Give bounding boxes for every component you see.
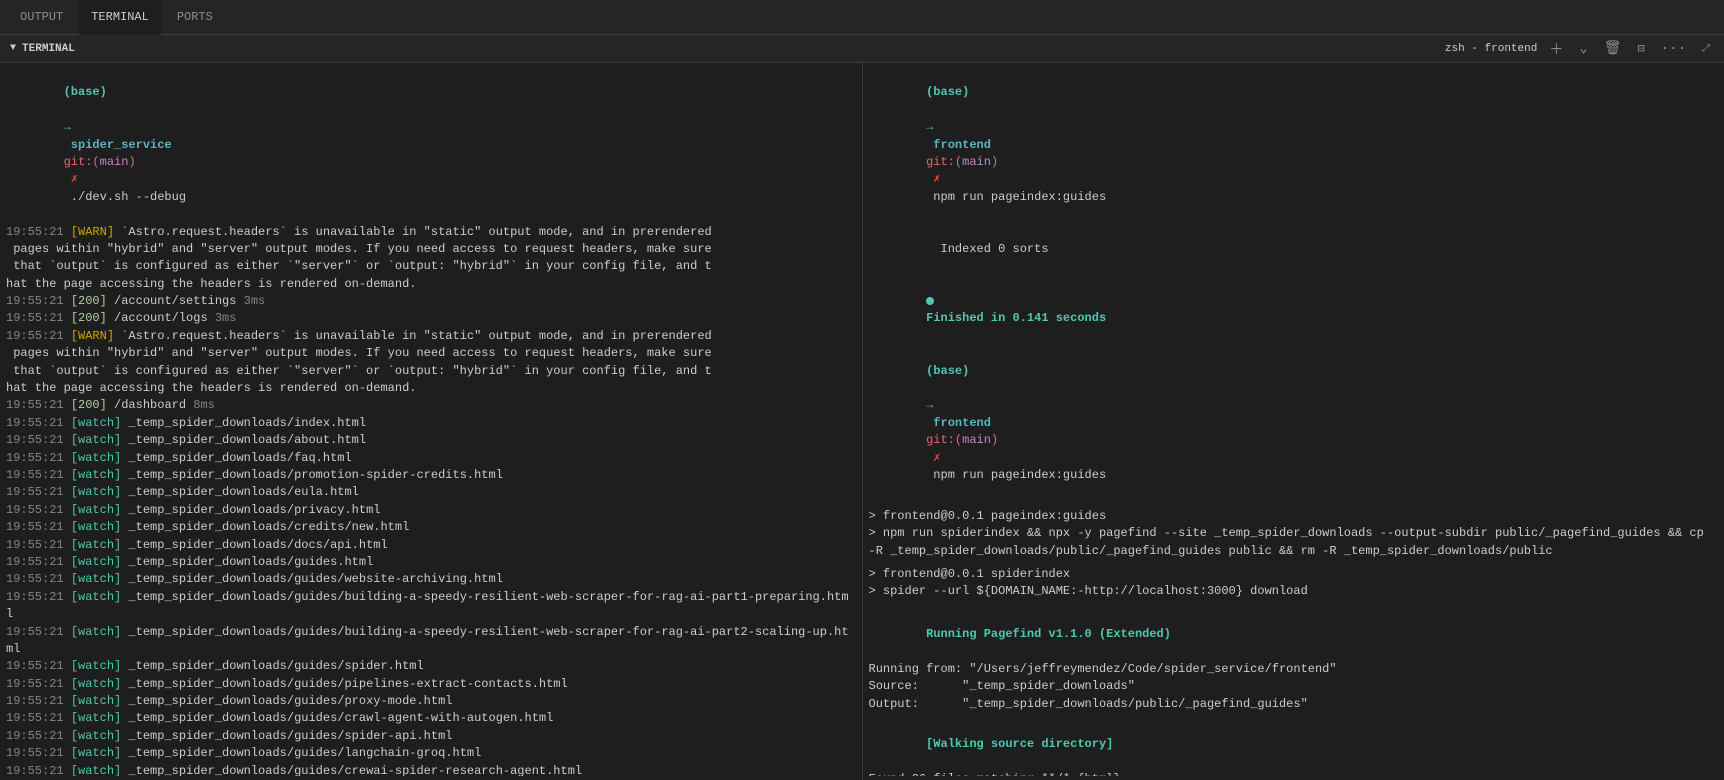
warn-line-1b: pages within "hybrid" and "server" outpu… xyxy=(6,241,856,258)
terminal-header: ▼ TERMINAL zsh - frontend ＋ ⌄ 🗑 ⊟ ··· ⤢ xyxy=(0,35,1724,63)
terminal-body: (base) → spider_service git:(main) ✗ ./d… xyxy=(0,63,1724,780)
left-prompt-1: (base) → spider_service git:(main) ✗ ./d… xyxy=(6,67,856,224)
watch-spider-api: 19:55:21 [watch] _temp_spider_downloads/… xyxy=(6,728,856,745)
watch-pipelines: 19:55:21 [watch] _temp_spider_downloads/… xyxy=(6,676,856,693)
spider-output-2: > spider --url ${DOMAIN_NAME:-http://loc… xyxy=(869,583,1719,600)
tab-terminal[interactable]: TERMINAL xyxy=(79,0,161,35)
source-line: Source: "_temp_spider_downloads" xyxy=(869,678,1719,695)
watch-crewai: 19:55:21 [watch] _temp_spider_downloads/… xyxy=(6,763,856,776)
found-files: Found 26 files matching **/*.{html} xyxy=(869,771,1719,776)
warn-line-2d: hat the page accessing the headers is re… xyxy=(6,380,856,397)
watch-docs-api: 19:55:21 [watch] _temp_spider_downloads/… xyxy=(6,537,856,554)
terminal-header-left: ▼ TERMINAL xyxy=(10,43,75,55)
tab-bar: OUTPUT TERMINAL PORTS xyxy=(0,0,1724,35)
watch-eula: 19:55:21 [watch] _temp_spider_downloads/… xyxy=(6,484,856,501)
log-200-settings: 19:55:21 [200] /account/settings 3ms xyxy=(6,293,856,310)
warn-line-2c: that `output` is configured as either `"… xyxy=(6,363,856,380)
watch-credits-new: 19:55:21 [watch] _temp_spider_downloads/… xyxy=(6,519,856,536)
warn-line-1c: that `output` is configured as either `"… xyxy=(6,258,856,275)
walking-source: [Walking source directory] xyxy=(869,719,1719,771)
log-200-logs: 19:55:21 [200] /account/logs 3ms xyxy=(6,310,856,327)
left-pane-content[interactable]: (base) → spider_service git:(main) ✗ ./d… xyxy=(6,67,856,776)
tab-output[interactable]: OUTPUT xyxy=(8,0,75,35)
left-pane: (base) → spider_service git:(main) ✗ ./d… xyxy=(0,63,863,780)
split-terminal-icon[interactable]: ⌄ xyxy=(1575,38,1591,59)
terminal-title: TERMINAL xyxy=(22,43,75,55)
running-pagefind: Running Pagefind v1.1.0 (Extended) xyxy=(869,609,1719,661)
watch-guides: 19:55:21 [watch] _temp_spider_downloads/… xyxy=(6,554,856,571)
split-icon[interactable]: ⊟ xyxy=(1634,39,1649,58)
ellipsis-icon[interactable]: ··· xyxy=(1657,39,1690,59)
right-finished-1: Finished in 0.141 seconds xyxy=(869,276,1719,346)
watch-website-archiving: 19:55:21 [watch] _temp_spider_downloads/… xyxy=(6,571,856,588)
watch-part1: 19:55:21 [watch] _temp_spider_downloads/… xyxy=(6,589,856,624)
watch-part2: 19:55:21 [watch] _temp_spider_downloads/… xyxy=(6,624,856,659)
watch-crawl-agent: 19:55:21 [watch] _temp_spider_downloads/… xyxy=(6,710,856,727)
npm-output-2: > npm run spiderindex && npx -y pagefind… xyxy=(869,525,1719,560)
log-200-dashboard: 19:55:21 [200] /dashboard 8ms xyxy=(6,397,856,414)
right-indexed-sorts-1: Indexed 0 sorts xyxy=(869,224,1719,276)
watch-proxy: 19:55:21 [watch] _temp_spider_downloads/… xyxy=(6,693,856,710)
watch-spider: 19:55:21 [watch] _temp_spider_downloads/… xyxy=(6,658,856,675)
terminal-header-right: zsh - frontend ＋ ⌄ 🗑 ⊟ ··· ⤢ xyxy=(1445,37,1714,61)
shell-label: zsh - frontend xyxy=(1445,43,1537,55)
right-pane: (base) → frontend git:(main) ✗ npm run p… xyxy=(863,63,1724,780)
right-prompt-1: (base) → frontend git:(main) ✗ npm run p… xyxy=(869,67,1719,224)
watch-faq: 19:55:21 [watch] _temp_spider_downloads/… xyxy=(6,450,856,467)
npm-output-1: > frontend@0.0.1 pageindex:guides xyxy=(869,508,1719,525)
warn-line-2: 19:55:21 [WARN] `Astro.request.headers` … xyxy=(6,328,856,345)
add-terminal-icon[interactable]: ＋ xyxy=(1545,37,1567,61)
warn-line-1: 19:55:21 [WARN] `Astro.request.headers` … xyxy=(6,224,856,241)
output-line: Output: "_temp_spider_downloads/public/_… xyxy=(869,696,1719,713)
warn-line-2b: pages within "hybrid" and "server" outpu… xyxy=(6,345,856,362)
watch-langchain: 19:55:21 [watch] _temp_spider_downloads/… xyxy=(6,745,856,762)
maximize-icon[interactable]: ⤢ xyxy=(1698,41,1714,57)
watch-index: 19:55:21 [watch] _temp_spider_downloads/… xyxy=(6,415,856,432)
right-pane-content[interactable]: (base) → frontend git:(main) ✗ npm run p… xyxy=(869,67,1719,776)
watch-about: 19:55:21 [watch] _temp_spider_downloads/… xyxy=(6,432,856,449)
warn-line-1d: hat the page accessing the headers is re… xyxy=(6,276,856,293)
watch-privacy: 19:55:21 [watch] _temp_spider_downloads/… xyxy=(6,502,856,519)
trash-icon[interactable]: 🗑 xyxy=(1600,38,1626,59)
chevron-down-icon[interactable]: ▼ xyxy=(10,43,16,54)
spider-output-1: > frontend@0.0.1 spiderindex xyxy=(869,566,1719,583)
tab-ports[interactable]: PORTS xyxy=(165,0,225,35)
watch-promotion: 19:55:21 [watch] _temp_spider_downloads/… xyxy=(6,467,856,484)
right-prompt-2: (base) → frontend git:(main) ✗ npm run p… xyxy=(869,345,1719,502)
running-from: Running from: "/Users/jeffreymendez/Code… xyxy=(869,661,1719,678)
